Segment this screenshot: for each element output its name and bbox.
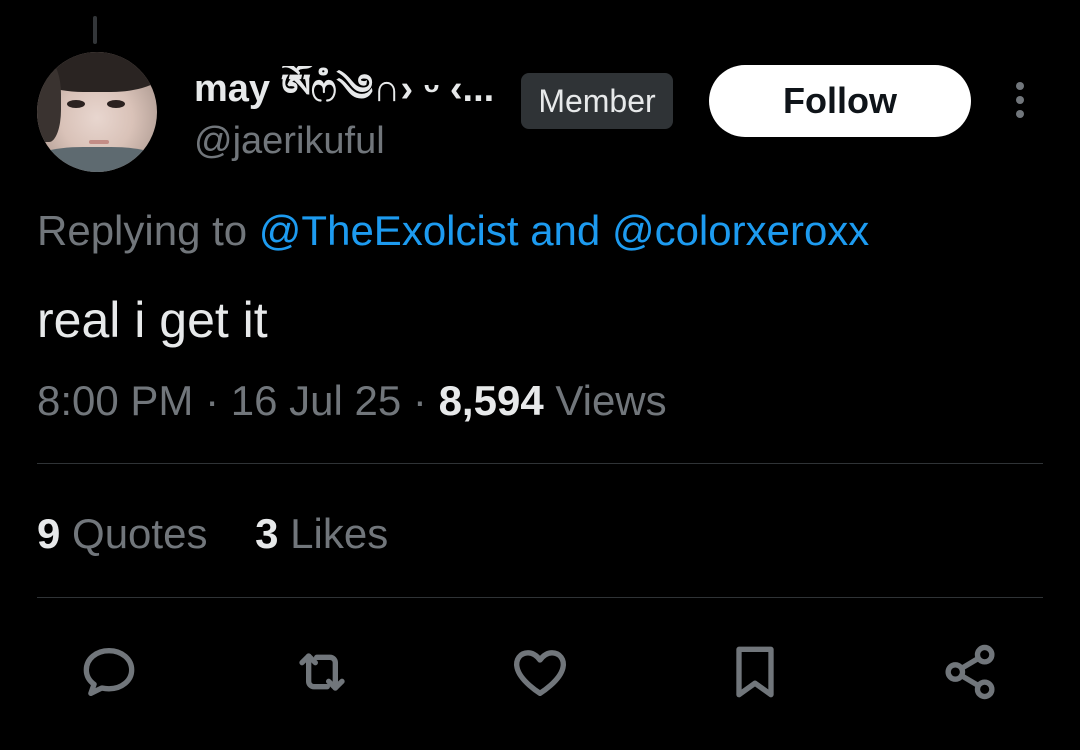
- thread-connector-line: [93, 16, 97, 44]
- likes-count: 3: [255, 510, 279, 557]
- reply-joiner: and: [530, 207, 601, 254]
- user-handle[interactable]: @jaerikuful: [194, 118, 385, 164]
- tweet-time[interactable]: 8:00 PM: [37, 377, 193, 424]
- heart-icon[interactable]: [508, 640, 572, 704]
- tweet-detail: may ༀෆໍ༄∩› ᵕ ‹... @jaerikuful Member Fol…: [0, 0, 1080, 750]
- display-name[interactable]: may ༀෆໍ༄∩› ᵕ ‹...: [194, 66, 494, 112]
- replying-to-line: Replying to @TheExolcist and @colorxerox…: [37, 206, 869, 256]
- tweet-date[interactable]: 16 Jul 25: [231, 377, 401, 424]
- quotes-label: Quotes: [72, 510, 208, 557]
- meta-separator: ·: [205, 377, 220, 424]
- share-icon[interactable]: [938, 640, 1002, 704]
- member-badge[interactable]: Member: [521, 73, 673, 129]
- likes-stat[interactable]: 3 Likes: [255, 510, 388, 557]
- more-vertical-icon[interactable]: [1006, 80, 1034, 120]
- follow-button[interactable]: Follow: [709, 65, 971, 137]
- divider: [37, 463, 1043, 464]
- replying-prefix: Replying to: [37, 207, 248, 254]
- reply-icon[interactable]: [77, 640, 141, 704]
- tweet-meta: 8:00 PM · 16 Jul 25 · 8,594 Views: [37, 376, 667, 426]
- avatar[interactable]: [37, 52, 157, 172]
- meta-separator: ·: [412, 377, 427, 424]
- divider: [37, 597, 1043, 598]
- likes-label: Likes: [290, 510, 389, 557]
- reply-mention-1[interactable]: @TheExolcist: [259, 207, 519, 254]
- views-count: 8,594: [438, 377, 544, 424]
- quotes-count: 9: [37, 510, 61, 557]
- reply-mention-2[interactable]: @colorxeroxx: [612, 207, 869, 254]
- bookmark-icon[interactable]: [723, 640, 787, 704]
- quotes-stat[interactable]: 9 Quotes: [37, 510, 219, 557]
- views-label: Views: [555, 377, 667, 424]
- repost-icon[interactable]: [290, 640, 354, 704]
- engagement-stats: 9 Quotes 3 Likes: [37, 509, 424, 559]
- tweet-text: real i get it: [37, 292, 268, 348]
